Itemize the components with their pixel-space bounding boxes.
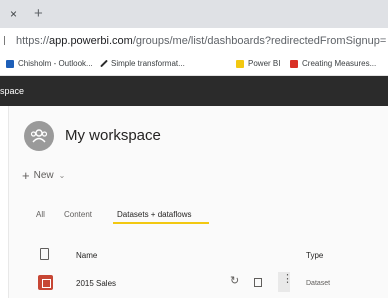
bookmark-power-bi[interactable]: Power BI [236,59,280,68]
more-options-button[interactable]: ⋮ [278,272,293,292]
new-tab-icon[interactable]: + [34,6,43,21]
page-title: My workspace [65,127,161,144]
people-icon [30,129,48,143]
new-button-label: New [33,170,54,181]
bookmark-outlook[interactable]: Chisholm - Outlook... [6,59,93,68]
tab-content[interactable]: Content [64,210,92,219]
dataset-name[interactable]: 2015 Sales [76,279,116,288]
dataset-type: Dataset [306,280,331,287]
bookmark-label: Creating Measures... [302,59,377,68]
column-header-name[interactable]: Name [76,251,97,260]
refresh-icon[interactable]: ↻ [230,276,239,287]
dataset-icon [38,275,53,290]
bookmark-simple-transformations[interactable]: Simple transformat... [100,59,185,68]
close-tab-icon[interactable]: × [10,8,17,20]
url-host: app.powerbi.com [49,35,133,47]
powerbi-icon [236,59,244,68]
bookmark-icon [290,59,298,68]
active-tab-indicator [113,222,209,224]
workspace-avatar [24,121,54,151]
url-text[interactable]: https://app.powerbi.com/groups/me/list/d… [16,35,386,47]
tab-all[interactable]: All [36,210,45,219]
bookmark-label: Simple transformat... [111,59,185,68]
lock-icon [4,36,10,45]
url-scheme: https:// [16,35,50,47]
powerbi-header: space [0,76,388,106]
outlook-icon [6,59,14,68]
bookmark-label: Power BI [248,59,281,68]
bookmark-creating-measures[interactable]: Creating Measures... [290,59,376,68]
url-path: /groups/me/list/dashboards?redirectedFro… [132,35,387,47]
more-options-icon: ⋮ [282,273,293,285]
bookmark-label: Chisholm - Outlook... [18,59,93,68]
file-icon [40,248,49,260]
column-header-type[interactable]: Type [306,251,323,260]
browser-tab-strip: × + [0,0,388,28]
tab-datasets-dataflows[interactable]: Datasets + dataflows [117,210,191,219]
header-label: space [0,86,25,96]
schedule-refresh-icon[interactable] [254,278,262,287]
new-button[interactable]: + New ⌄ [22,168,65,183]
plus-icon: + [22,168,30,183]
bookmarks-bar: Chisholm - Outlook... Simple transformat… [0,54,388,76]
address-bar[interactable]: https://app.powerbi.com/groups/me/list/d… [0,28,388,54]
chevron-down-icon: ⌄ [58,171,66,180]
pencil-icon [100,59,108,68]
